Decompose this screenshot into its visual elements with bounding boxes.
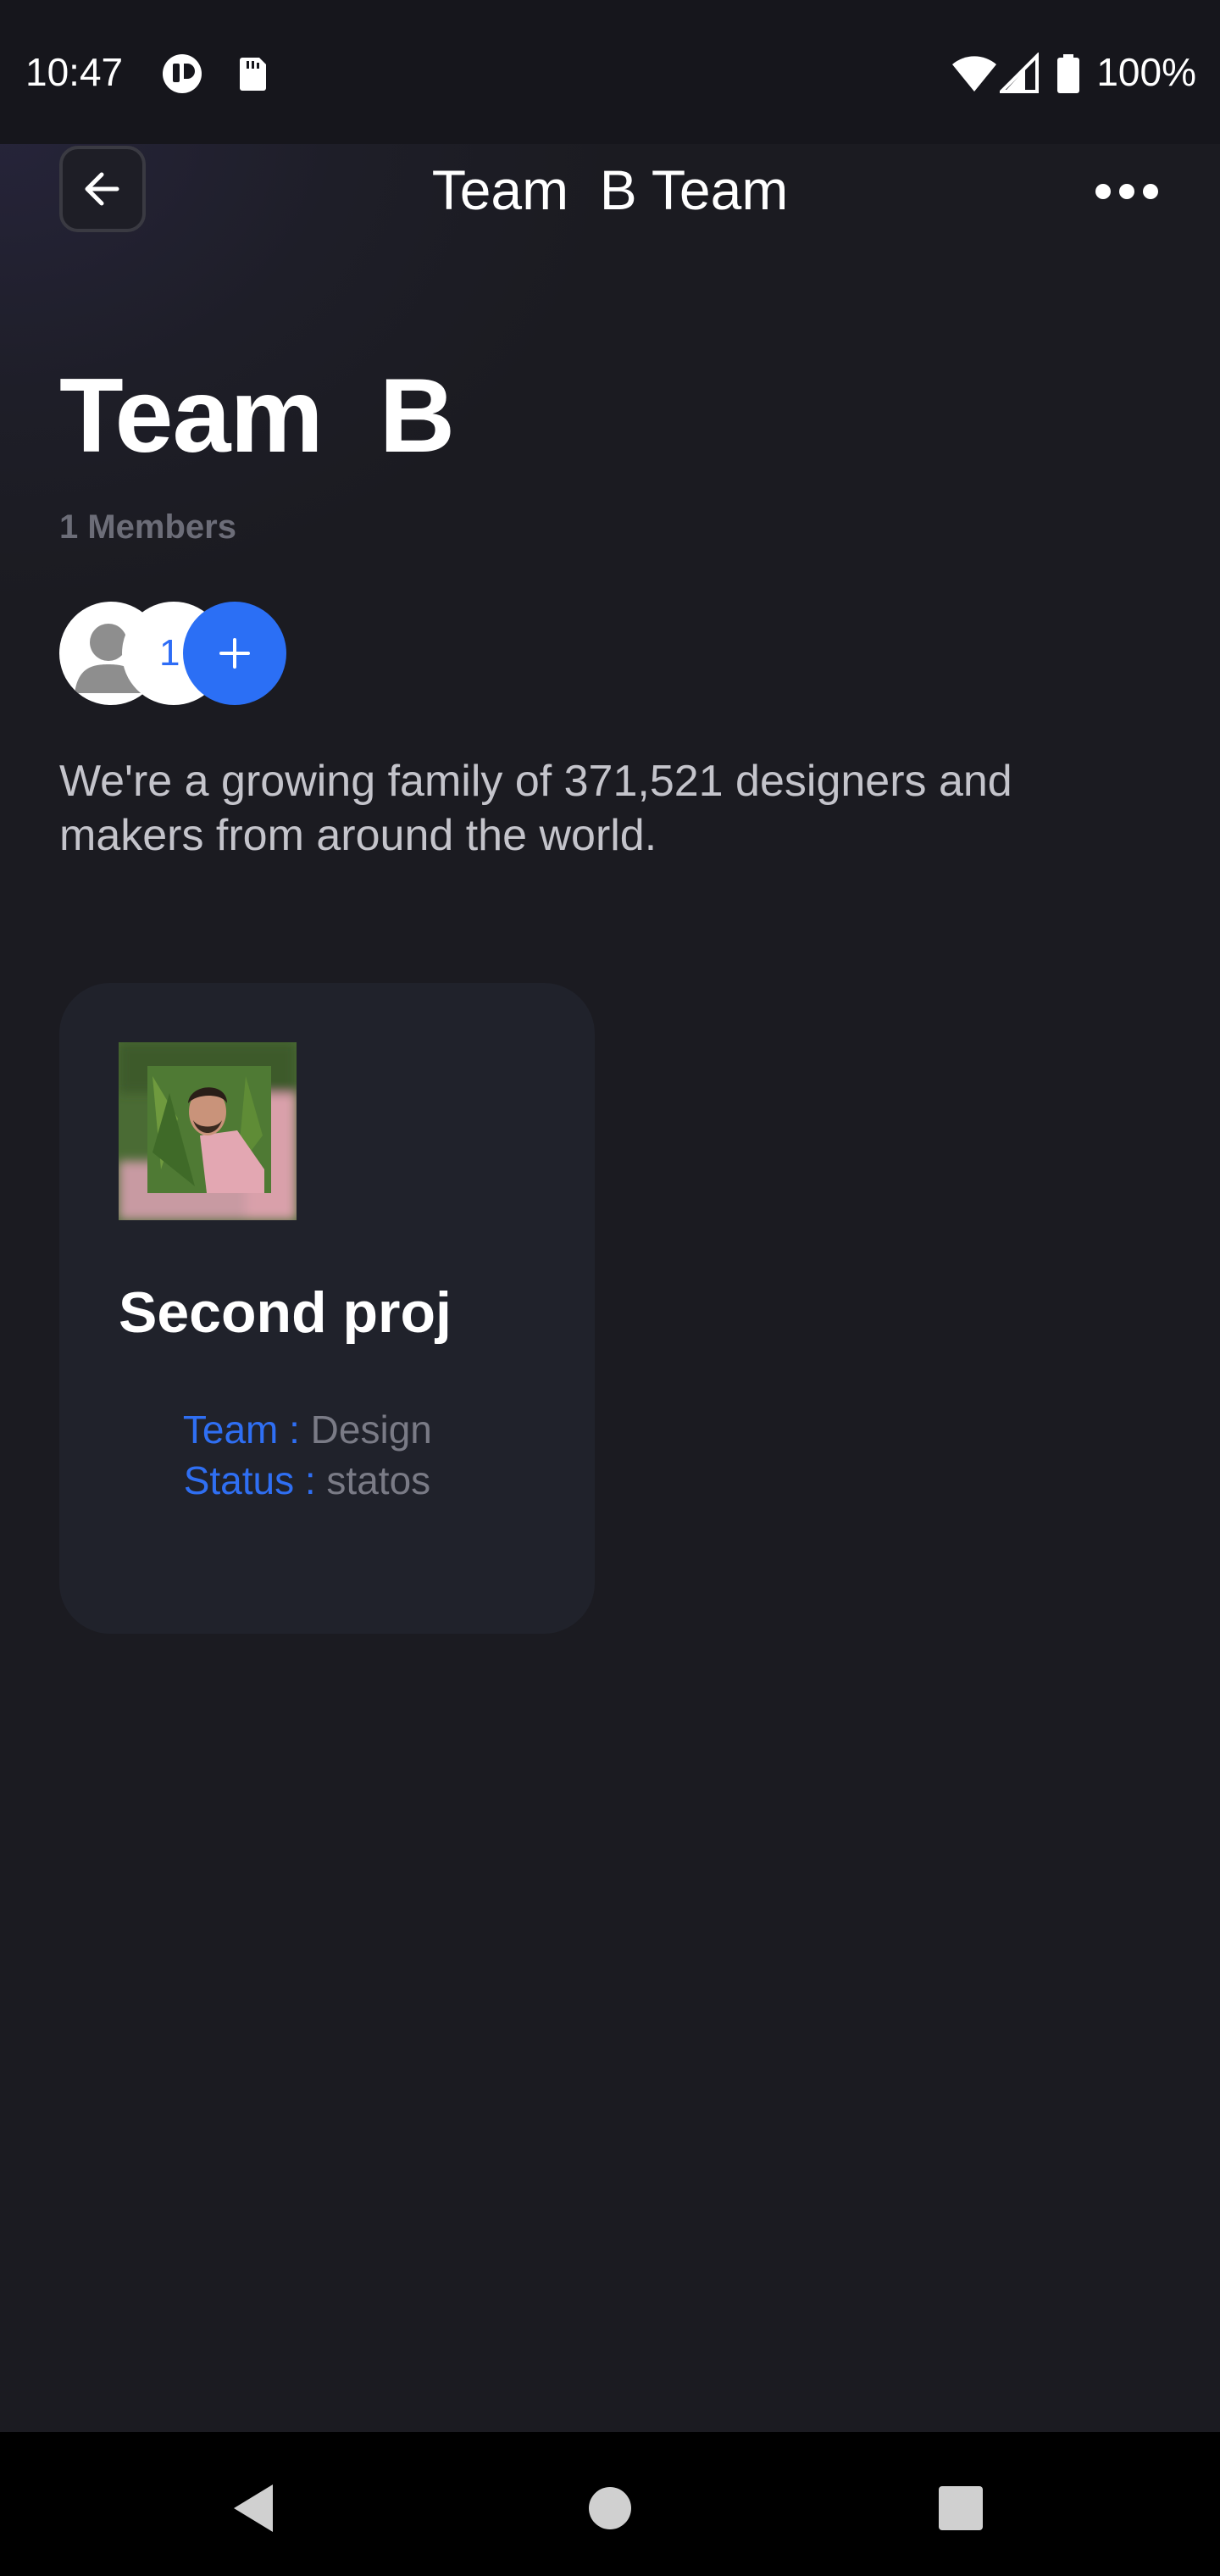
project-status-value: statos [315, 1458, 431, 1502]
project-status-label: Status : [183, 1458, 316, 1502]
more-options-button[interactable] [1084, 166, 1169, 217]
team-name: Team B [59, 358, 455, 475]
project-card[interactable]: Second proj Team : Design Status : stato… [59, 983, 595, 1634]
recents-square-icon [939, 2486, 983, 2530]
team-description: We're a growing family of 371,521 design… [59, 757, 1012, 860]
member-count: 1 Members [59, 508, 236, 546]
nav-home-button[interactable] [568, 2466, 652, 2551]
home-circle-icon [589, 2487, 631, 2529]
wifi-icon [951, 53, 998, 95]
more-dot [1119, 184, 1134, 199]
battery-percentage: 100% [1096, 50, 1196, 94]
back-triangle-icon [234, 2484, 273, 2532]
member-avatars: 1 [59, 602, 313, 705]
member-count-badge-text: 1 [159, 632, 180, 674]
project-thumbnail [119, 1042, 297, 1220]
system-nav-bar [0, 2432, 1220, 2576]
sd-card-icon [230, 53, 273, 95]
team-screen: 10:47 100% Team B Team Team B 1 Members … [0, 0, 1220, 2576]
project-title: Second proj [119, 1280, 452, 1345]
more-dot [1143, 184, 1158, 199]
notification-app-icon [161, 53, 203, 95]
more-horizontal-icon [1095, 184, 1111, 199]
nav-back-button[interactable] [212, 2466, 297, 2551]
project-status-line: Status : statos [119, 1412, 430, 1549]
status-bar: 10:47 100% [0, 0, 1220, 144]
battery-icon [1056, 53, 1081, 95]
plus-icon [219, 638, 250, 669]
signal-icon [997, 52, 1040, 95]
header-title: Team B Team [431, 158, 789, 221]
nav-recents-button[interactable] [918, 2466, 1003, 2551]
add-member-button[interactable] [183, 602, 286, 705]
status-time: 10:47 [25, 50, 124, 94]
